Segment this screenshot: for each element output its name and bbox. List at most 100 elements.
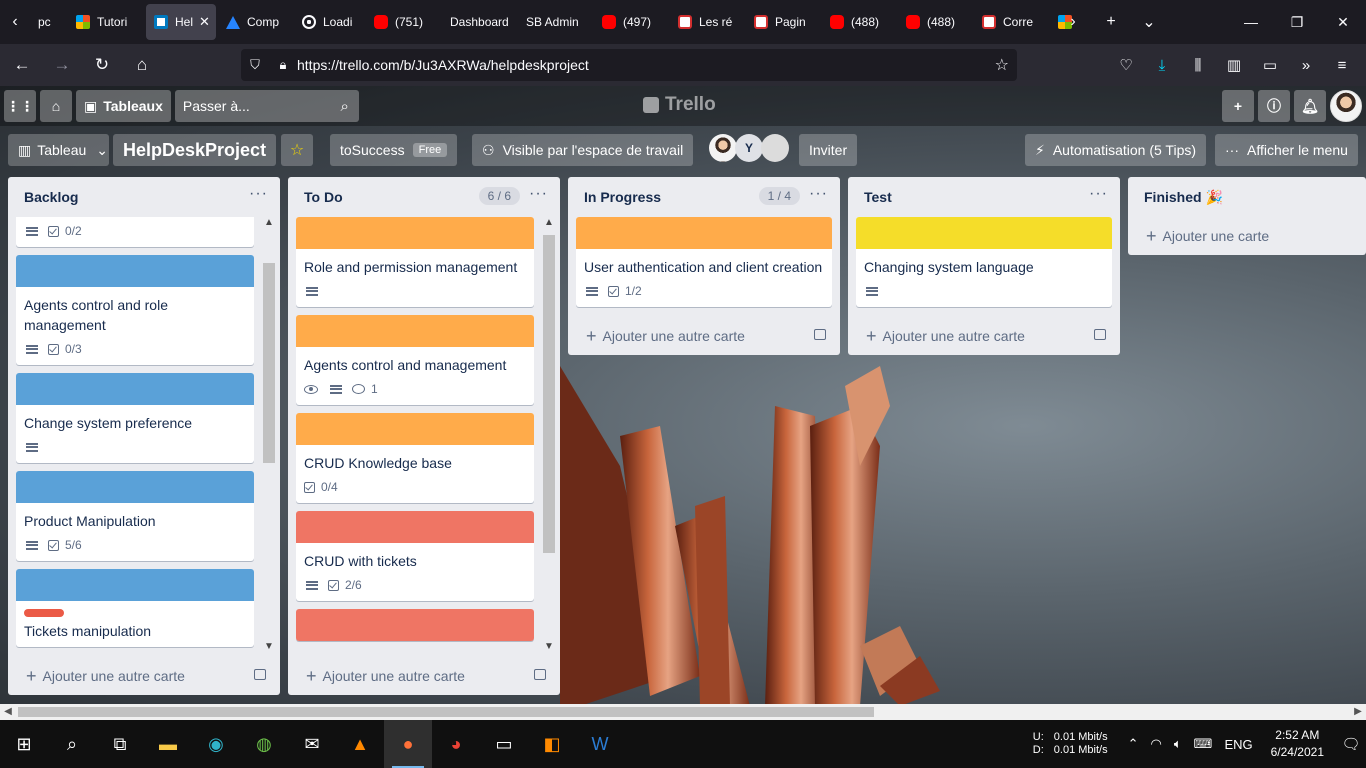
minimize-icon[interactable]: — (1228, 14, 1274, 30)
url-bar[interactable]: ⛉ 🔒︎ https://trello.com/b/Ju3AXRWa/helpd… (241, 49, 1017, 81)
browser-tab[interactable]: Dashboard (442, 0, 518, 44)
info-icon[interactable]: ⓘ (1258, 90, 1290, 122)
library-icon[interactable]: ⫼ (1180, 57, 1216, 74)
card[interactable]: Role and permission management (296, 217, 534, 307)
search-input[interactable]: Passer à... ⌕ (174, 90, 359, 122)
card-template-icon[interactable] (254, 669, 266, 680)
pdf-tool-icon[interactable]: ◧ (528, 720, 576, 768)
list-title[interactable]: Finished 🎉 (1144, 189, 1223, 206)
list-title[interactable]: Backlog (24, 189, 78, 205)
list-title[interactable]: To Do (304, 189, 343, 205)
trello-logo[interactable]: Trello (643, 94, 716, 116)
pocket-icon[interactable]: ♡ (1108, 56, 1144, 74)
member-avatar[interactable] (709, 134, 737, 162)
board-view-switcher[interactable]: ▥ Tableau ⌄ (8, 134, 109, 166)
scroll-up-arrow-icon[interactable]: ▲ (538, 217, 560, 233)
list-vertical-scrollbar[interactable]: ▲ ▼ (258, 217, 280, 657)
notifications-bell-icon[interactable]: 🔔︎ (1294, 90, 1326, 122)
language-indicator[interactable]: ENG (1224, 737, 1252, 752)
card[interactable]: 0/2 (16, 217, 254, 247)
scroll-down-arrow-icon[interactable]: ▼ (538, 641, 560, 657)
downloads-icon[interactable]: ⤓ (1144, 57, 1180, 74)
bookmark-star-icon[interactable]: ☆ (995, 55, 1009, 75)
card-template-icon[interactable] (1094, 329, 1106, 340)
workspace-button[interactable]: toSuccess Free (330, 134, 458, 166)
vlc-icon[interactable]: ▲ (336, 720, 384, 768)
start-windows-icon[interactable]: ⊞ (0, 720, 48, 768)
card[interactable]: Changing system language (856, 217, 1112, 307)
scroll-up-arrow-icon[interactable]: ▲ (258, 217, 280, 233)
card[interactable]: CRUD with tickets 2/6 (296, 511, 534, 601)
browser-tab[interactable]: Corre (974, 0, 1050, 44)
card[interactable]: CRUD Knowledge base 0/4 (296, 413, 534, 503)
browser-tab[interactable]: (751) (366, 0, 442, 44)
card-label[interactable] (24, 609, 64, 617)
lock-icon[interactable]: 🔒︎ (269, 57, 297, 73)
word-icon[interactable]: W (576, 720, 624, 768)
url-text[interactable]: https://trello.com/b/Ju3AXRWa/helpdeskpr… (297, 57, 589, 73)
browser-tab[interactable]: pc (30, 0, 68, 44)
list-menu-icon[interactable]: ··· (1089, 185, 1108, 203)
back-icon[interactable]: ← (4, 49, 40, 81)
card[interactable]: Agents control and management 1 (296, 315, 534, 405)
add-card-button[interactable]: + Ajouter une carte (1128, 217, 1366, 255)
member-avatar-initial[interactable]: Y (735, 134, 763, 162)
member-avatar[interactable] (761, 134, 789, 162)
apps-grid-icon[interactable]: ⋮⋮ (4, 90, 36, 122)
globe-app-icon[interactable]: ◍ (240, 720, 288, 768)
reload-icon[interactable]: ↻ (84, 49, 120, 81)
show-menu-button[interactable]: ··· Afficher le menu (1215, 134, 1358, 166)
user-avatar[interactable] (1330, 90, 1362, 122)
board-title[interactable]: HelpDeskProject (113, 134, 277, 166)
overflow-icon[interactable]: » (1288, 57, 1324, 74)
create-button[interactable]: + (1222, 90, 1254, 122)
scrollbar-thumb[interactable] (543, 235, 555, 553)
board-horizontal-scrollbar[interactable]: ◀ ▶ (0, 704, 1366, 720)
shield-icon[interactable]: ⛉ (241, 57, 269, 73)
add-card-button[interactable]: + Ajouter une autre carte (568, 317, 840, 355)
tab-scroll-right-icon[interactable]: › (1054, 13, 1092, 31)
file-explorer-icon[interactable]: ▬ (144, 720, 192, 768)
browser-tab[interactable]: Loadi (294, 0, 366, 44)
add-card-button[interactable]: + Ajouter une autre carte (8, 657, 280, 695)
tray-chevron-up-icon[interactable]: ⌃ (1128, 736, 1139, 752)
card-template-icon[interactable] (814, 329, 826, 340)
scroll-right-arrow-icon[interactable]: ▶ (1350, 704, 1366, 720)
scrollbar-thumb[interactable] (263, 263, 275, 463)
task-view-icon[interactable]: ⧉ (96, 720, 144, 768)
card[interactable]: User authentication and client creation 1… (576, 217, 832, 307)
card[interactable]: Tickets manipulation (16, 569, 254, 647)
forward-icon[interactable]: → (44, 49, 80, 81)
card-template-icon[interactable] (534, 669, 546, 680)
notification-center-icon[interactable]: 🗨︎ (1336, 735, 1366, 753)
home-button[interactable]: ⌂ (40, 90, 72, 122)
list-menu-icon[interactable]: ··· (529, 185, 548, 203)
browser-tab[interactable]: Hel ✕ (146, 4, 216, 40)
list-menu-icon[interactable]: ··· (249, 185, 268, 203)
browser-tab[interactable]: (488) (898, 0, 974, 44)
automation-button[interactable]: ⚡︎ Automatisation (5 Tips) (1025, 134, 1207, 166)
browser-tab[interactable]: Les ré (670, 0, 746, 44)
new-tab-icon[interactable]: + (1092, 13, 1130, 31)
terminal-icon[interactable]: ▭ (480, 720, 528, 768)
invite-button[interactable]: Inviter (799, 134, 858, 166)
browser-tab[interactable]: Comp (218, 0, 294, 44)
card[interactable]: Product Manipulation 5/6 (16, 471, 254, 561)
edge-icon[interactable]: ◉ (192, 720, 240, 768)
keyboard-icon[interactable]: ⌨ (1194, 736, 1213, 752)
scroll-down-arrow-icon[interactable]: ▼ (258, 641, 280, 657)
wifi-icon[interactable]: ◠ (1151, 736, 1162, 752)
restore-icon[interactable]: ❐ (1274, 14, 1320, 31)
list-title[interactable]: Test (864, 189, 892, 205)
mail-icon[interactable]: ✉ (288, 720, 336, 768)
screenshot-icon[interactable]: ▭ (1252, 56, 1288, 74)
card[interactable]: Agents control and role management 0/3 (16, 255, 254, 365)
app-menu-icon[interactable]: ≡ (1324, 57, 1360, 74)
visibility-button[interactable]: ⚇ Visible par l'espace de travail (472, 134, 694, 166)
add-card-button[interactable]: + Ajouter une autre carte (288, 657, 560, 695)
card[interactable]: Change system preference (16, 373, 254, 463)
search-icon[interactable]: ⌕ (48, 720, 96, 768)
browser-tab[interactable]: (497) (594, 0, 670, 44)
list-all-tabs-icon[interactable]: ⌄ (1130, 12, 1168, 32)
list-vertical-scrollbar[interactable]: ▲ ▼ (538, 217, 560, 657)
